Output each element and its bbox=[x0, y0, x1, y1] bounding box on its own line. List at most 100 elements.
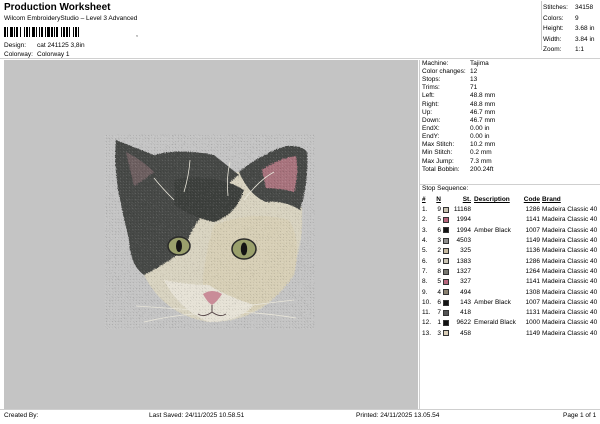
last-saved: Last Saved: 24/11/2025 10.58.51 bbox=[149, 412, 245, 419]
machine-value: 12 bbox=[470, 67, 478, 75]
machine-label: Up: bbox=[422, 108, 433, 116]
stop-sequence-table: # N St. Description Code Brand 1. 9 11168 1… bbox=[422, 195, 598, 339]
stat-row: Height: 3.68 in bbox=[543, 24, 599, 35]
machine-label: Stops: bbox=[422, 76, 441, 84]
row-stitches: 327 bbox=[460, 278, 471, 286]
row-description: Amber Black bbox=[474, 298, 511, 306]
page-number: Page 1 of 1 bbox=[563, 412, 597, 419]
row-number: 4. bbox=[422, 237, 428, 245]
stop-sequence-row: 2. 5 1994 1141 Madeira Classic 40 bbox=[422, 216, 598, 226]
thread-color-swatch bbox=[443, 330, 449, 337]
row-brand: Madeira Classic 40 bbox=[542, 278, 598, 286]
thread-color-swatch bbox=[443, 258, 449, 265]
stop-sequence-row: 10. 6 143 Amber Black 1007 Madeira Classic 40 bbox=[422, 298, 598, 308]
machine-label: Max Jump: bbox=[422, 157, 454, 165]
machine-row: Max Stitch: 10.2 mm bbox=[422, 141, 598, 149]
row-number: 8. bbox=[422, 278, 428, 286]
row-number: 9. bbox=[422, 288, 428, 296]
machine-label: Right: bbox=[422, 100, 439, 108]
machine-label: Left: bbox=[422, 92, 435, 100]
row-code: 1149 bbox=[526, 237, 540, 245]
row-description: Emerald Black bbox=[474, 319, 516, 327]
machine-row: Machine: Tajima bbox=[422, 60, 598, 68]
worksheet-title: Production Worksheet bbox=[4, 2, 111, 13]
machine-row: Total Bobbin: 200.24ft bbox=[422, 166, 598, 174]
row-code: 1141 bbox=[526, 216, 540, 224]
machine-value: 71 bbox=[470, 84, 478, 92]
design-row: Design: cat 241125 3,8in bbox=[4, 42, 85, 50]
stop-sequence-row: 13. 3 458 1149 Madeira Classic 40 bbox=[422, 329, 598, 339]
color-swatch bbox=[443, 268, 452, 276]
row-stitches: 1994 bbox=[456, 216, 471, 224]
row-number: 12. bbox=[422, 319, 432, 327]
row-needle: 8 bbox=[437, 267, 441, 275]
thread-color-swatch bbox=[443, 227, 449, 234]
row-brand: Madeira Classic 40 bbox=[542, 267, 598, 275]
machine-value: 48.8 mm bbox=[470, 100, 496, 108]
row-stitches: 9622 bbox=[456, 319, 471, 327]
stat-label: Zoom: bbox=[543, 46, 562, 53]
row-brand: Madeira Classic 40 bbox=[542, 298, 598, 306]
design-preview-panel bbox=[4, 60, 418, 409]
machine-row: Down: 46.7 mm bbox=[422, 117, 598, 125]
stat-value: 3.84 in bbox=[575, 35, 595, 43]
row-stitches: 1994 bbox=[456, 226, 471, 234]
color-swatch bbox=[443, 258, 452, 265]
stat-value: 1:1 bbox=[575, 46, 585, 53]
color-swatch bbox=[443, 299, 452, 307]
stat-value: 34158 bbox=[575, 4, 594, 11]
row-needle: 6 bbox=[437, 298, 441, 306]
color-swatch bbox=[443, 237, 452, 245]
row-needle: 7 bbox=[437, 309, 441, 317]
cat-embroidery-preview bbox=[104, 135, 314, 330]
stop-sequence-row: 8. 5 327 1141 Madeira Classic 40 bbox=[422, 277, 598, 287]
barcode-bar bbox=[79, 27, 81, 37]
row-number: 13. bbox=[422, 329, 432, 337]
row-code: 1286 bbox=[525, 257, 540, 265]
row-stitches: 325 bbox=[460, 247, 471, 255]
stat-value: 9 bbox=[575, 14, 579, 22]
col-description: Description bbox=[474, 195, 510, 203]
row-number: 6. bbox=[422, 257, 428, 265]
machine-row: Stops: 13 bbox=[422, 76, 598, 84]
barcode-mark: , bbox=[136, 31, 138, 38]
stop-sequence-row: 6. 9 1383 1286 Madeira Classic 40 bbox=[422, 257, 598, 267]
row-stitches: 494 bbox=[460, 288, 471, 296]
row-description: Amber Black bbox=[474, 226, 511, 234]
machine-label: Min Stitch: bbox=[422, 149, 453, 157]
row-needle: 1 bbox=[437, 319, 441, 327]
machine-value: 10.2 mm bbox=[470, 141, 496, 149]
machine-label: EndY: bbox=[422, 133, 440, 141]
stop-sequence-row: 3. 6 1994 Amber Black 1007 Madeira Classic 40 bbox=[422, 226, 598, 236]
stat-row: Colors: 9 bbox=[543, 14, 599, 25]
machine-row: Max Jump: 7.3 mm bbox=[422, 158, 598, 166]
machine-label: EndX: bbox=[422, 124, 440, 132]
machine-value: 7.3 mm bbox=[470, 157, 492, 165]
row-brand: Madeira Classic 40 bbox=[542, 226, 598, 234]
footer-separator bbox=[0, 409, 600, 410]
thread-color-swatch bbox=[443, 237, 449, 244]
machine-row: Right: 48.8 mm bbox=[422, 101, 598, 109]
machine-row: Color changes: 12 bbox=[422, 68, 598, 76]
row-brand: Madeira Classic 40 bbox=[542, 216, 598, 224]
machine-label: Down: bbox=[422, 116, 441, 124]
stop-sequence-header: # N St. Description Code Brand bbox=[422, 195, 598, 205]
machine-value: 0.00 in bbox=[470, 133, 490, 141]
stop-sequence-row: 11. 7 418 1131 Madeira Classic 40 bbox=[422, 308, 598, 318]
row-number: 11. bbox=[422, 309, 431, 317]
row-number: 5. bbox=[422, 247, 428, 255]
row-code: 1007 bbox=[525, 226, 540, 234]
stat-label: Height: bbox=[543, 25, 564, 32]
stop-sequence-row: 12. 1 9622 Emerald Black 1000 Madeira Classic… bbox=[422, 319, 598, 329]
col-needle: N bbox=[436, 195, 441, 203]
stop-sequence-row: 1. 9 11168 1286 Madeira Classic 40 bbox=[422, 205, 598, 215]
machine-row: EndY: 0.00 in bbox=[422, 133, 598, 141]
row-brand: Madeira Classic 40 bbox=[542, 206, 598, 214]
stop-sequence-row: 5. 2 325 1136 Madeira Classic 40 bbox=[422, 246, 598, 256]
col-code: Code bbox=[523, 195, 540, 203]
color-swatch bbox=[443, 330, 452, 337]
row-code: 1141 bbox=[526, 278, 540, 286]
machine-info: Machine: Tajima Color changes: 12 Stops: 13… bbox=[422, 60, 598, 174]
row-needle: 2 bbox=[437, 247, 441, 255]
thread-color-swatch bbox=[443, 299, 449, 306]
